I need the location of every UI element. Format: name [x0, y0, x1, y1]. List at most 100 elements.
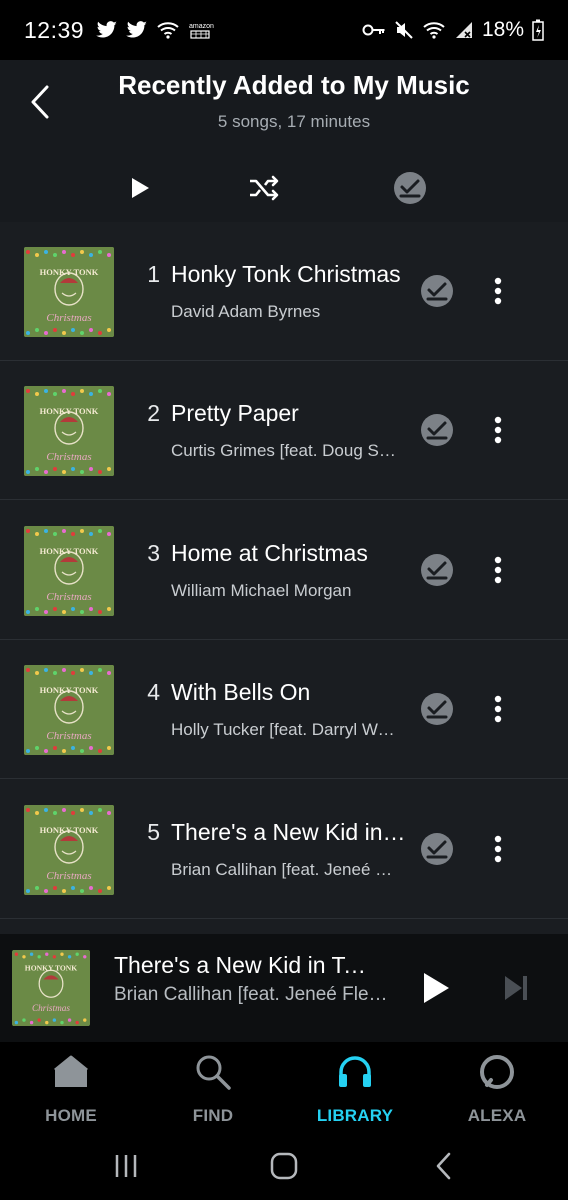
track-number: 1 [147, 261, 160, 287]
album-art: HONKY TONK Christmas [24, 386, 114, 476]
amazon-icon: amazon [189, 23, 214, 39]
status-time: 12:39 [24, 16, 85, 43]
album-art: HONKY TONK Christmas [24, 247, 114, 337]
nav-home-label: HOME [45, 1106, 97, 1125]
more-vertical-icon [494, 835, 502, 863]
track-download-button[interactable] [420, 553, 456, 589]
album-art-title: HONKY TONK [40, 267, 99, 277]
twitter-icon [96, 21, 117, 38]
album-art-subtitle: Christmas [46, 730, 91, 742]
battery-percent: 18% [481, 18, 524, 41]
nav-library[interactable]: LIBRARY [300, 1050, 410, 1128]
download-check-icon [421, 275, 453, 307]
download-all-button[interactable] [386, 164, 434, 212]
album-art-subtitle: Christmas [46, 312, 91, 324]
svg-text:amazon: amazon [189, 23, 214, 30]
notification-icons: amazon [96, 20, 214, 40]
home-icon [51, 1052, 91, 1092]
album-art: HONKY TONK Christmas [24, 526, 114, 616]
headphones-icon [335, 1052, 375, 1092]
nav-find[interactable]: FIND [158, 1050, 268, 1128]
track-row[interactable]: HONKY TONK Christmas 5 There's a New Kid in… [0, 780, 568, 919]
play-all-button[interactable] [116, 164, 164, 212]
skip-next-icon [505, 976, 527, 1000]
track-title: Home at Christmas [171, 540, 368, 566]
track-row[interactable]: HONKY TONK Christmas 2 Pretty Paper Curtis G… [0, 361, 568, 500]
download-check-icon [421, 693, 453, 725]
album-art-subtitle: Christmas [46, 591, 91, 603]
track-more-button[interactable] [486, 549, 510, 591]
twitter-icon [126, 21, 147, 38]
track-number: 2 [147, 400, 160, 426]
recent-apps-button[interactable] [104, 1148, 148, 1184]
album-art-subtitle: Christmas [46, 870, 91, 882]
track-title: With Bells On [171, 679, 311, 705]
more-vertical-icon [494, 556, 502, 584]
page-subtitle: 5 songs, 17 minutes [217, 112, 371, 131]
search-icon [193, 1052, 233, 1092]
track-download-button[interactable] [420, 413, 456, 449]
now-playing-album-art: HONKY TONK Christmas [12, 950, 90, 1026]
track-artist: Holly Tucker [feat. Darryl Worley] [171, 720, 399, 739]
track-row[interactable]: HONKY TONK Christmas 1 Honky Tonk Christmas… [0, 222, 568, 361]
track-more-button[interactable] [486, 828, 510, 870]
bottom-navigation: HOME FIND LIBRARY ALEXA [0, 1042, 568, 1132]
svg-text:HONKY TONK: HONKY TONK [25, 963, 77, 972]
nav-alexa[interactable]: ALEXA [442, 1050, 552, 1128]
page-title: Recently Added to My Music [118, 70, 470, 100]
now-playing-title: There's a New Kid in Town [114, 952, 376, 978]
track-more-button[interactable] [486, 688, 510, 730]
back-system-button[interactable] [422, 1148, 466, 1184]
track-more-button[interactable] [486, 409, 510, 451]
track-download-button[interactable] [420, 832, 456, 868]
track-artist: William Michael Morgan [171, 581, 352, 600]
nav-alexa-label: ALEXA [467, 1106, 527, 1125]
download-check-icon [421, 833, 453, 865]
key-icon [362, 24, 385, 36]
track-number: 4 [147, 679, 160, 705]
shuffle-icon [250, 175, 279, 201]
now-playing-artist: Brian Callihan [feat. Jeneé Fleenor] [114, 984, 390, 1005]
album-art-title: HONKY TONK [40, 685, 99, 695]
album-art: HONKY TONK Christmas [24, 805, 114, 895]
home-circle-icon [270, 1152, 298, 1180]
system-status: 18% [362, 18, 544, 42]
track-number: 5 [147, 819, 160, 845]
status-bar: 12:39 amazon 18% [0, 0, 568, 60]
home-system-button[interactable] [262, 1148, 306, 1184]
svg-text:Christmas: Christmas [32, 1004, 70, 1014]
wifi-call-icon [157, 22, 179, 39]
track-list: HONKY TONK Christmas 1 Honky Tonk Christmas… [0, 222, 568, 934]
download-check-icon [421, 554, 453, 586]
track-title: Honky Tonk Christmas [171, 261, 401, 287]
shuffle-button[interactable] [240, 164, 288, 212]
recent-apps-icon [115, 1155, 137, 1177]
track-artist: Brian Callihan [feat. Jeneé Fleenor] [171, 860, 399, 879]
playlist-actions [0, 152, 568, 222]
more-vertical-icon [494, 695, 502, 723]
track-number: 3 [147, 540, 160, 566]
more-vertical-icon [494, 277, 502, 305]
playlist-header: Recently Added to My Music 5 songs, 17 m… [0, 60, 568, 152]
track-more-button[interactable] [486, 270, 510, 312]
system-navigation [0, 1132, 568, 1200]
track-download-button[interactable] [420, 692, 456, 728]
track-row[interactable]: HONKY TONK Christmas 3 Home at Christmas Wil… [0, 501, 568, 640]
download-check-icon [421, 414, 453, 446]
play-icon [424, 973, 449, 1003]
album-art-title: HONKY TONK [40, 406, 99, 416]
mini-play-button[interactable] [412, 964, 460, 1012]
battery-icon [532, 19, 544, 41]
alexa-icon [477, 1052, 517, 1092]
wifi-icon [423, 22, 445, 39]
track-artist: Curtis Grimes [feat. Doug Stone] [171, 441, 399, 460]
track-download-button[interactable] [420, 274, 456, 310]
play-icon [132, 178, 149, 198]
mini-player[interactable]: HONKY TONK Christmas There's a New Kid i… [0, 934, 568, 1042]
mute-icon [395, 21, 413, 39]
nav-home[interactable]: HOME [16, 1050, 126, 1128]
track-row[interactable]: HONKY TONK Christmas 4 With Bells On Holly T… [0, 640, 568, 779]
track-artist: David Adam Byrnes [171, 302, 321, 321]
download-check-icon [394, 172, 426, 204]
skip-next-button[interactable] [496, 968, 536, 1008]
